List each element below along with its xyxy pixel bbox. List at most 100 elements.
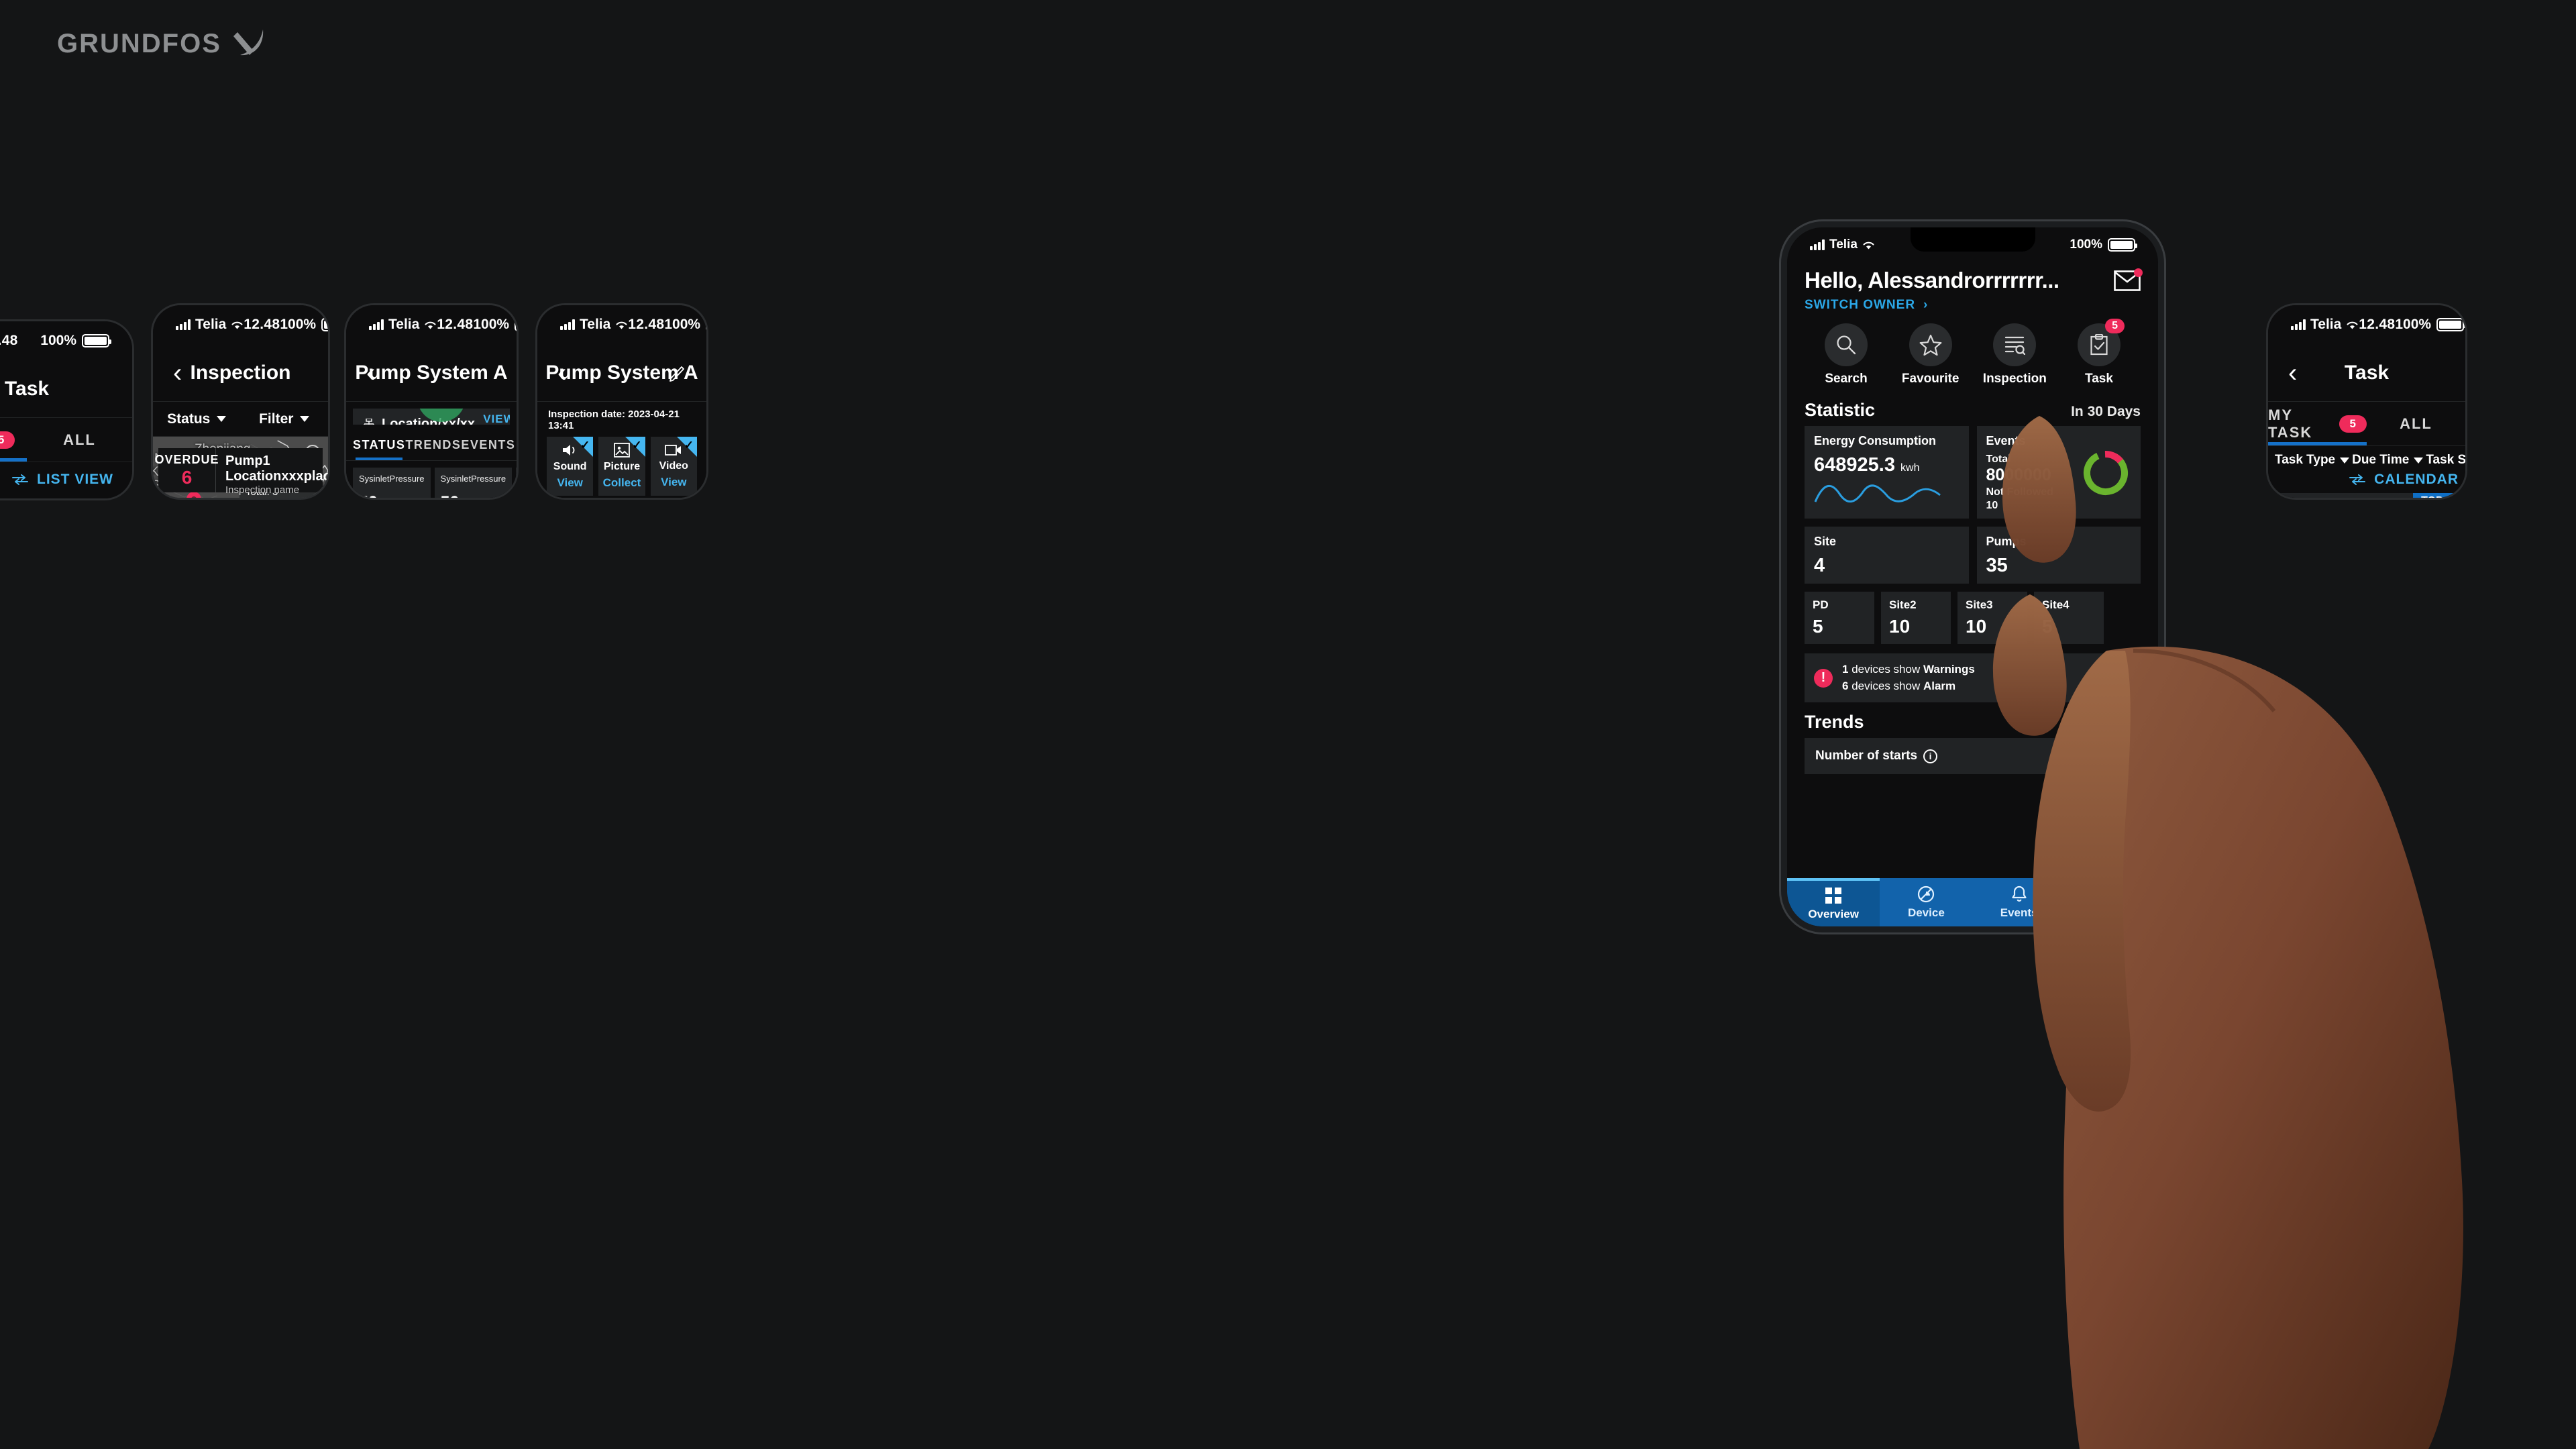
site-card[interactable]: Site 4 <box>1805 527 1969 584</box>
inspection-map[interactable]: Nanjing Zhenjiang Changzhou Kunshan Wuxi… <box>153 437 328 498</box>
list-view-label: LIST VIEW <box>37 472 113 487</box>
statistic-period: In 30 Days <box>2071 404 2141 419</box>
metric-card[interactable]: SysinletPressure50bars <box>353 468 431 498</box>
events-card[interactable]: Events Total 8000000 Not Followed 10 <box>1976 426 2141 519</box>
status-bar: 12.48 100% <box>0 321 132 360</box>
tab-task[interactable]: TASK 5 <box>0 418 27 462</box>
switch-owner-label: SWITCH OWNER <box>1805 298 1916 312</box>
check-icon: ✓ <box>632 439 642 451</box>
task-status-badge: TODO <box>2413 493 2460 498</box>
messages-button[interactable] <box>2114 268 2143 291</box>
pumps-title: Pumps <box>1986 535 2027 548</box>
quick-action-label: Task <box>2085 372 2113 386</box>
task-status-filter[interactable]: Task Status <box>2426 453 2465 468</box>
info-icon[interactable]: i <box>1923 749 1938 763</box>
nav-device[interactable]: Device <box>1880 878 1972 926</box>
media-action[interactable]: View <box>557 476 582 490</box>
chevron-right-icon: › <box>1923 298 1929 312</box>
site-small-card[interactable]: Site2 10 <box>1881 592 1951 644</box>
back-button[interactable]: ‹ <box>366 360 396 386</box>
metrics-grid: SysinletPressure 50bars SysinletPressure 50… <box>346 461 517 498</box>
expand-button[interactable] <box>2112 747 2130 765</box>
pumps-card[interactable]: Pumps 35 <box>1976 527 2141 584</box>
site-small-card[interactable]: Site4 5 <box>2034 592 2104 644</box>
metric-card[interactable]: SysinletPressure50bars <box>516 468 517 498</box>
media-picture[interactable]: ✓ Picture Collect <box>598 437 645 496</box>
status-filter[interactable]: Status <box>153 402 241 436</box>
select-parameter-dropdown[interactable]: Select parameter <box>548 496 633 498</box>
back-button[interactable]: ‹ <box>2288 360 2318 386</box>
media-video[interactable]: ✓ Video View <box>650 437 697 496</box>
phone-pump-status: Telia 12.48 100% ‹ Pump System A Locatio… <box>344 303 519 500</box>
edit-button[interactable] <box>669 364 686 382</box>
energy-value: 648925.3 <box>1814 454 1895 476</box>
status-left: Telia <box>2291 317 2359 333</box>
star-icon-circle <box>1909 323 1952 366</box>
signal-icon <box>2291 319 2306 330</box>
clipboard-check-icon <box>2090 334 2108 356</box>
tab-events[interactable]: EVENTS <box>461 431 515 460</box>
site-small-card[interactable]: PD 5 <box>1805 592 1874 644</box>
quick-action-inspection[interactable]: Inspection <box>1976 323 2053 386</box>
calendar-next-month-button[interactable]: › <box>108 496 115 498</box>
battery-percent: 100% <box>2395 317 2432 332</box>
calendar-view-toggle[interactable]: CALENDAR <box>2268 470 2465 493</box>
alert-icon: ! <box>1814 668 1833 688</box>
search-icon-circle <box>1825 323 1868 366</box>
energy-consumption-card[interactable]: Energy Consumption 648925.3 kwh <box>1805 426 1969 519</box>
close-icon[interactable]: ✕ <box>2116 667 2131 688</box>
media-action[interactable]: Collect <box>603 476 641 490</box>
site-small-card[interactable]: Site3 10 <box>1957 592 2027 644</box>
tab-status[interactable]: STATUS <box>353 431 405 460</box>
switch-owner-link[interactable]: SWITCH OWNER › <box>1787 293 2158 313</box>
signal-icon <box>1810 239 1825 250</box>
quick-action-favourite[interactable]: Favourite <box>1892 323 1970 386</box>
filter-dropdown[interactable]: Filter <box>241 402 329 436</box>
nav-label: Setting <box>2092 906 2131 919</box>
back-button[interactable]: ‹ <box>173 360 203 386</box>
nav-setting[interactable]: Setting <box>2065 878 2158 926</box>
trends-card[interactable]: Number of starts i <box>1805 738 2141 775</box>
task-type-filter[interactable]: Task Type <box>2275 453 2350 468</box>
media-name: Video <box>659 460 688 472</box>
tab-all[interactable]: ALL <box>2367 402 2465 445</box>
select-parameter-label: Select parameter <box>548 496 617 498</box>
back-button[interactable]: ‹ <box>557 360 587 386</box>
tab-my-task-badge: 5 <box>2339 415 2367 433</box>
site-small-cards-scroller[interactable]: PD 5 Site2 10 Site3 10 Site4 5 <box>1787 592 2158 652</box>
location-row: Location/xx/xx <box>362 417 475 425</box>
metric-card[interactable]: SysinletPressure50bars <box>434 468 513 498</box>
quick-action-task[interactable]: 5 Task <box>2060 319 2138 386</box>
tab-my-task[interactable]: MY TASK 5 <box>2268 402 2367 445</box>
parameter-input[interactable]: Please input + <box>633 497 696 498</box>
energy-title: Energy Consumption <box>1814 434 1937 447</box>
chevron-down-icon <box>2414 457 2424 464</box>
status-bar: Telia 12.48 100% <box>346 305 517 344</box>
map-pin-icon[interactable] <box>186 492 201 498</box>
events-donut-chart <box>2084 451 2128 495</box>
wifi-icon <box>2346 320 2359 330</box>
task-card[interactable]: ⋮TODOTask NameTask type: Routine inspect… <box>2273 493 2460 498</box>
media-action[interactable]: View <box>661 476 686 489</box>
overdue-card[interactable]: OVERDUE 6 Pump1 Locationxxxplace Inspect… <box>155 448 328 496</box>
tab-trends[interactable]: TRENDS <box>405 431 461 460</box>
battery-icon <box>321 318 328 331</box>
due-time-filter[interactable]: Due Time <box>2352 453 2424 468</box>
tab-all[interactable]: ALL <box>27 418 132 462</box>
swap-icon <box>11 474 29 485</box>
quick-action-search[interactable]: Search <box>1807 323 1885 386</box>
nav-overview[interactable]: Overview <box>1787 878 1880 926</box>
calendar-view-label: CALENDAR <box>2374 472 2459 487</box>
media-sound[interactable]: ✓ Sound View <box>547 437 594 496</box>
list-view-toggle[interactable]: LIST VIEW <box>0 462 132 492</box>
battery-percent: 100% <box>2070 237 2102 252</box>
status-right: 100% <box>2395 317 2465 333</box>
media-name: Sound <box>553 461 587 472</box>
battery-percent: 100% <box>473 317 510 332</box>
tab-task-badge: 5 <box>0 431 15 449</box>
overdue-count-block: OVERDUE 6 <box>155 448 219 492</box>
nav-events[interactable]: Events <box>1973 878 2065 926</box>
device-notch <box>1910 227 2035 252</box>
task-tabs: MY TASK 5 ALL <box>2268 402 2465 446</box>
pump-detail-tabs: STATUS TRENDS EVENTS <box>346 431 517 461</box>
